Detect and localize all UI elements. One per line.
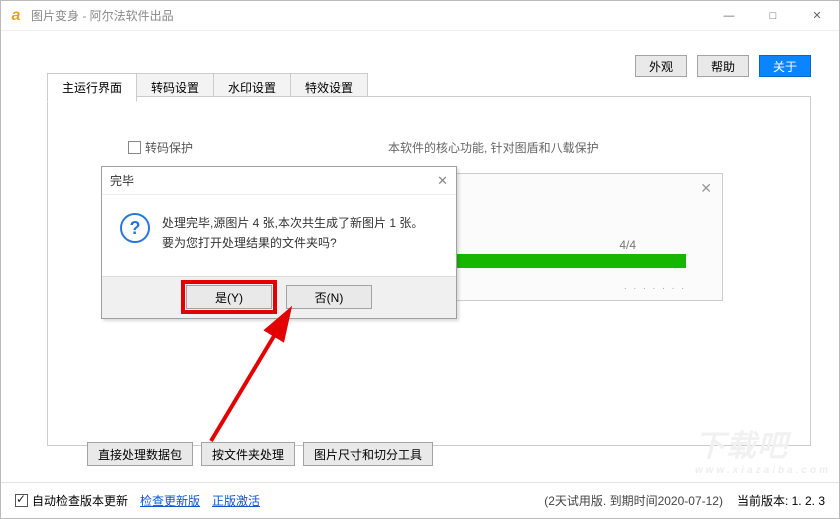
activate-link[interactable]: 正版激活: [212, 492, 260, 509]
watermark-sub: www.xiazaiba.com: [695, 465, 831, 476]
size-split-button[interactable]: 图片尺寸和切分工具: [303, 442, 433, 466]
process-package-button[interactable]: 直接处理数据包: [87, 442, 193, 466]
hint-text: 本软件的核心功能, 针对图盾和八载保护: [388, 139, 599, 156]
dialog-title-text: 完毕: [110, 172, 134, 189]
dialog-titlebar: 完毕 ✕: [102, 167, 456, 195]
completion-dialog: 完毕 ✕ ? 处理完毕,源图片 4 张,本次共生成了新图片 1 张。 要为您打开…: [101, 166, 457, 319]
auto-check-checkbox[interactable]: [15, 494, 28, 507]
progress-close-icon[interactable]: ✕: [700, 180, 712, 197]
dialog-message: 处理完毕,源图片 4 张,本次共生成了新图片 1 张。 要为您打开处理结果的文件…: [162, 213, 423, 254]
top-button-bar: 外观 帮助 关于: [635, 55, 811, 77]
minimize-button[interactable]: —: [707, 2, 751, 30]
check-update-link[interactable]: 检查更新版: [140, 492, 200, 509]
info-icon: ?: [120, 213, 150, 243]
close-button[interactable]: ✕: [795, 2, 839, 30]
transcode-protect-row: 转码保护: [128, 139, 193, 156]
window-controls: — □ ✕: [707, 2, 839, 30]
status-bar: 自动检查版本更新 检查更新版 正版激活 (2天试用版. 到期时间2020-07-…: [1, 482, 839, 518]
main-window: a 图片变身 - 阿尔法软件出品 — □ ✕ 外观 帮助 关于 主运行界面 转码…: [0, 0, 840, 519]
progress-counter: 4/4: [619, 238, 636, 252]
transcode-protect-label: 转码保护: [145, 139, 193, 156]
process-folder-button[interactable]: 按文件夹处理: [201, 442, 295, 466]
maximize-button[interactable]: □: [751, 2, 795, 30]
help-button[interactable]: 帮助: [697, 55, 749, 77]
no-button[interactable]: 否(N): [286, 285, 372, 309]
tab-main[interactable]: 主运行界面: [47, 73, 137, 102]
yes-button[interactable]: 是(Y): [186, 285, 272, 309]
dialog-line1: 处理完毕,源图片 4 张,本次共生成了新图片 1 张。: [162, 213, 423, 233]
window-title: 图片变身 - 阿尔法软件出品: [31, 7, 174, 24]
dialog-line2: 要为您打开处理结果的文件夹吗?: [162, 233, 423, 253]
about-button[interactable]: 关于: [759, 55, 811, 77]
utility-button-bar: 直接处理数据包 按文件夹处理 图片尺寸和切分工具: [87, 442, 433, 466]
version-text: 当前版本: 1. 2. 3: [737, 492, 825, 509]
dialog-body: ? 处理完毕,源图片 4 张,本次共生成了新图片 1 张。 要为您打开处理结果的…: [102, 195, 456, 276]
trial-text: (2天试用版. 到期时间2020-07-12): [544, 492, 723, 509]
appearance-button[interactable]: 外观: [635, 55, 687, 77]
progress-dots: . . . . . . .: [624, 281, 686, 292]
auto-check-label: 自动检查版本更新: [32, 492, 128, 509]
titlebar: a 图片变身 - 阿尔法软件出品 — □ ✕: [1, 1, 839, 31]
dialog-close-icon[interactable]: ✕: [437, 173, 448, 189]
dialog-footer: 是(Y) 否(N): [102, 276, 456, 318]
app-icon: a: [7, 7, 25, 25]
transcode-protect-checkbox[interactable]: [128, 141, 141, 154]
